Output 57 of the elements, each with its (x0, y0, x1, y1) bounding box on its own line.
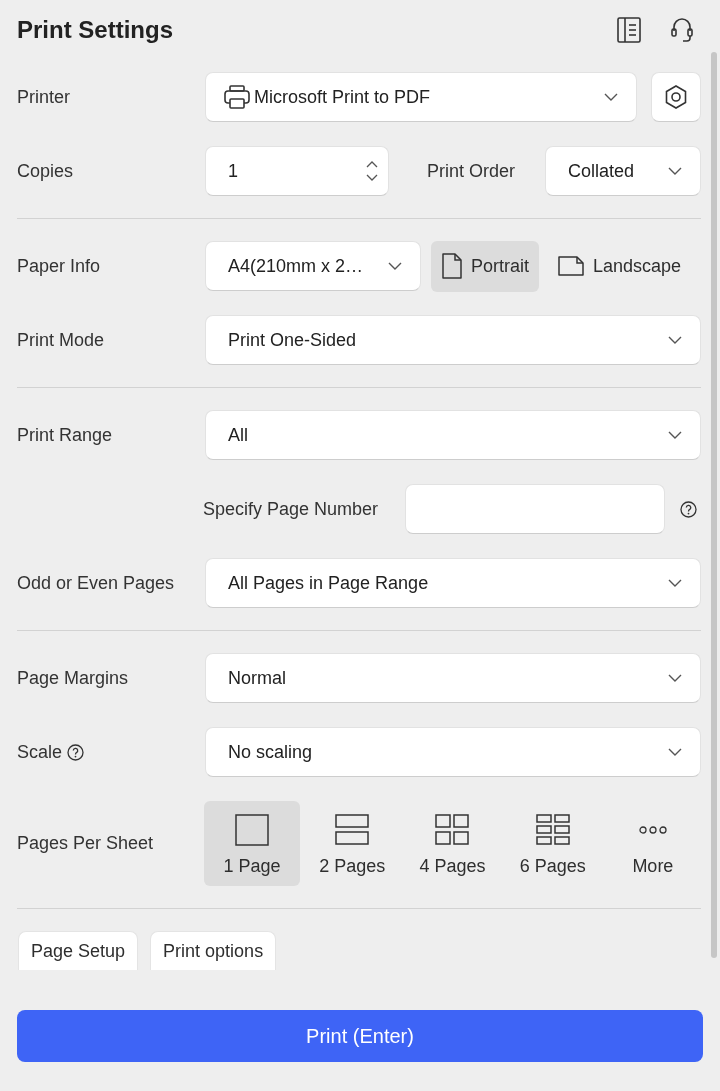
scrollbar-thumb[interactable] (711, 52, 717, 958)
print-mode-dropdown[interactable]: Print One-Sided (205, 315, 701, 365)
option-button[interactable]: Page Setup (18, 931, 139, 970)
orientation-option[interactable]: Landscape (547, 240, 692, 292)
pages-per-sheet-option[interactable]: 6 Pages (504, 801, 601, 886)
portrait-page-icon (442, 253, 462, 279)
more-dots-icon (638, 826, 667, 834)
four-pages-icon (435, 814, 470, 846)
field-label: Scale (17, 741, 63, 763)
field-label: Page Margins (17, 667, 130, 689)
chevron-down-icon (388, 262, 402, 270)
help-icon[interactable] (67, 743, 85, 761)
chevron-down-icon (668, 748, 682, 756)
chevron-up-icon[interactable] (366, 161, 378, 168)
chevron-down-icon (668, 674, 682, 682)
two-pages-icon (335, 814, 370, 846)
chevron-down-icon (604, 93, 618, 101)
field-label: Printer (17, 86, 71, 108)
print-button[interactable]: Print (Enter) (17, 1010, 703, 1062)
field-label: Print Order (427, 160, 516, 182)
copies-field[interactable]: 1 (205, 146, 389, 196)
help-icon[interactable] (680, 500, 697, 518)
single-page-icon (235, 814, 270, 846)
chevron-down-icon[interactable] (366, 174, 378, 181)
pages-per-sheet-option[interactable]: 4 Pages (404, 801, 501, 886)
panel-title: Print Settings (17, 16, 173, 44)
option-button[interactable]: Print options (150, 931, 277, 970)
landscape-page-icon (558, 256, 585, 276)
six-pages-icon (535, 814, 570, 846)
print-order-dropdown[interactable]: Collated (545, 146, 701, 196)
page-number-field[interactable] (405, 484, 665, 534)
page-margins-dropdown[interactable]: Normal (205, 653, 701, 703)
printer-settings-button[interactable] (651, 72, 701, 122)
scale-dropdown[interactable]: No scaling (205, 727, 701, 777)
chevron-down-icon (668, 167, 682, 175)
pages-per-sheet-option[interactable]: 2 Pages (304, 801, 401, 886)
printer-icon (224, 85, 250, 109)
chevron-down-icon (668, 431, 682, 439)
field-label: Odd or Even Pages (17, 572, 176, 594)
settings-icon (665, 85, 687, 109)
headset-icon[interactable] (671, 17, 693, 43)
odd-even-dropdown[interactable]: All Pages in Page Range (205, 558, 701, 608)
field-label: Print Mode (17, 329, 106, 351)
paper-size-dropdown[interactable]: A4(210mm x 2… (205, 241, 421, 291)
field-label: Paper Info (17, 255, 102, 277)
pages-per-sheet-option[interactable]: More (604, 801, 701, 886)
chevron-down-icon (668, 579, 682, 587)
print-range-dropdown[interactable]: All (205, 410, 701, 460)
field-label: Pages Per Sheet (17, 833, 155, 854)
chevron-down-icon (668, 336, 682, 344)
field-label: Copies (17, 160, 75, 182)
orientation-option[interactable]: Portrait (431, 240, 540, 292)
printer-dropdown[interactable]: Microsoft Print to PDF (205, 72, 637, 122)
sidebar-panel-icon[interactable] (617, 17, 641, 43)
field-label: Print Range (17, 424, 114, 446)
field-label: Specify Page Number (203, 498, 380, 520)
pages-per-sheet-option[interactable]: 1 Page (204, 801, 301, 886)
